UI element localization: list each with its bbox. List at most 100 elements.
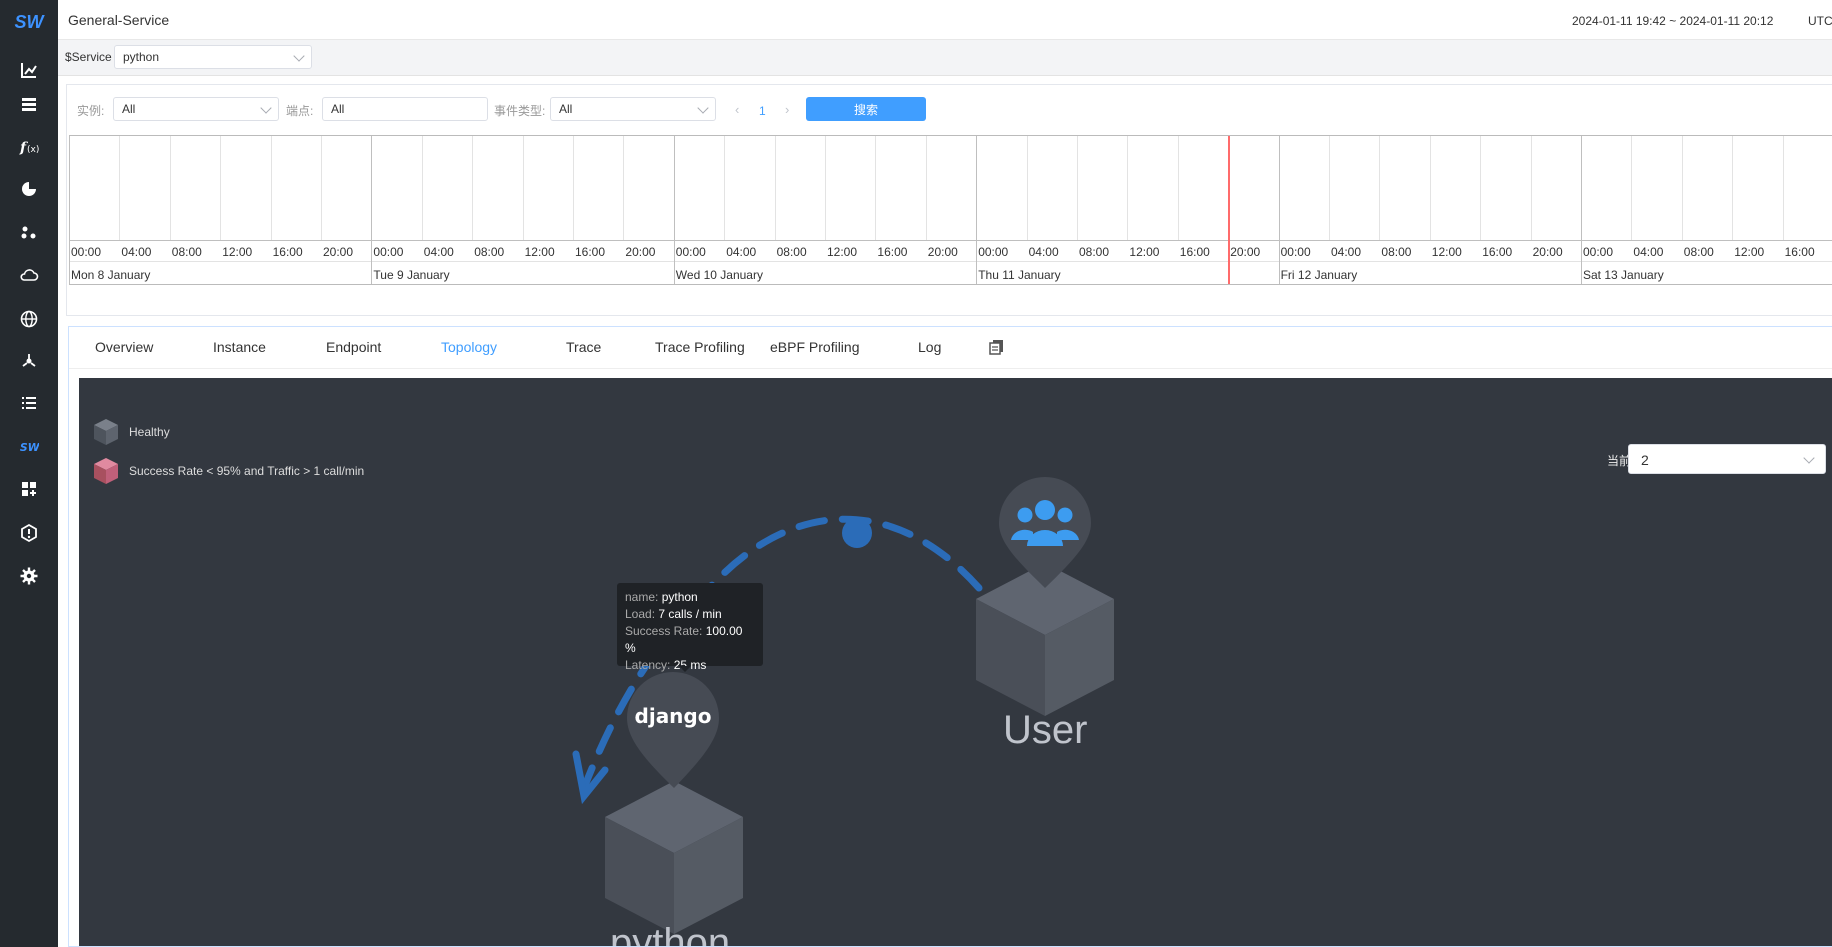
timeline-day-label: Sat 13 January <box>1583 268 1664 282</box>
events-panel: 实例: All 端点: All 事件类型: All ‹ 1 › 搜索 Mon 8… <box>66 84 1832 316</box>
tab-instance[interactable]: Instance <box>213 339 266 355</box>
list-icon[interactable] <box>12 389 46 417</box>
timeline-hour-line <box>1681 136 1683 240</box>
search-button[interactable]: 搜索 <box>806 97 926 121</box>
next-page-button[interactable]: › <box>785 102 789 117</box>
nodes-icon[interactable] <box>12 218 46 246</box>
tooltip-name-label: name: <box>625 590 659 604</box>
tab-endpoint[interactable]: Endpoint <box>326 339 381 355</box>
topology-canvas[interactable]: Healthy Success Rate < 95% and Traffic >… <box>79 378 1832 946</box>
pie-chart-icon[interactable] <box>12 175 46 203</box>
service-select[interactable]: python <box>114 45 312 69</box>
page-title: General-Service <box>68 12 170 28</box>
node-user-label[interactable]: User <box>1003 708 1087 753</box>
chevron-down-icon <box>697 102 709 114</box>
tab-bar: Overview Instance Endpoint Topology Trac… <box>69 327 1832 369</box>
timeline-hour-label: 16:00 <box>1784 245 1815 259</box>
time-range-picker[interactable]: 2024-01-11 19:42 ~ 2024-01-11 20:12 <box>1572 14 1773 28</box>
svg-text:(x): (x) <box>27 145 39 155</box>
node-python-label[interactable]: python <box>610 921 730 946</box>
timeline-hour-label: 04:00 <box>121 245 152 259</box>
timeline-axis <box>69 240 1832 241</box>
timeline-hour-line <box>1177 136 1179 240</box>
timeline-hour-label: 12:00 <box>1431 245 1462 259</box>
dashboard-panel: Overview Instance Endpoint Topology Trac… <box>68 326 1832 947</box>
skywalking-icon[interactable]: SW <box>12 433 46 461</box>
timeline-hour-line <box>1329 136 1330 240</box>
timeline-hour-line <box>825 136 826 240</box>
timeline-hour-line <box>1429 136 1431 240</box>
timeline-hour-line <box>119 136 121 240</box>
timeline-hour-line <box>522 136 524 240</box>
timeline-hour-line <box>1077 136 1078 240</box>
timeline-hour-line <box>1379 136 1381 240</box>
header: General-Service 2024-01-11 19:42 ~ 2024-… <box>58 0 1832 40</box>
timeline-hour-line <box>1732 136 1734 240</box>
timeline-hour-line <box>724 136 726 240</box>
function-icon[interactable]: f (x) <box>12 133 46 161</box>
endpoint-filter-label: 端点: <box>286 104 314 118</box>
tooltip-load-value: 7 calls / min <box>658 607 722 621</box>
alert-icon[interactable] <box>12 519 46 547</box>
timeline-hour-label: 16:00 <box>1482 245 1513 259</box>
timeline-hour-label: 08:00 <box>171 245 202 259</box>
skywalking-logo[interactable]: SW <box>0 8 58 36</box>
tooltip-success-label: Success Rate: <box>625 624 703 638</box>
timeline-hour-label: 16:00 <box>1179 245 1210 259</box>
django-icon: django <box>635 704 712 728</box>
timeline-hour-line <box>220 136 222 240</box>
cloud-icon[interactable] <box>12 261 46 289</box>
timeline-hour-line <box>573 136 574 240</box>
database-icon[interactable] <box>12 90 46 118</box>
timeline-hour-label: 04:00 <box>726 245 757 259</box>
copy-icon[interactable] <box>989 339 1005 358</box>
timeline-hour-label: 00:00 <box>71 245 102 259</box>
timeline-hour-label: 00:00 <box>1583 245 1614 259</box>
timeline-hour-label: 20:00 <box>625 245 656 259</box>
instance-select[interactable]: All <box>113 97 279 121</box>
tab-ebpf-profiling[interactable]: eBPF Profiling <box>770 339 859 355</box>
sidebar: SW f (x) SW <box>0 0 58 947</box>
service-select-value: python <box>123 50 160 64</box>
timeline-divider <box>69 261 1832 262</box>
event-type-select[interactable]: All <box>550 97 716 121</box>
page-number[interactable]: 1 <box>759 104 766 118</box>
current-time-marker <box>1228 136 1231 284</box>
endpoint-select-value: All <box>331 102 345 116</box>
timeline-hour-label: 08:00 <box>1079 245 1110 259</box>
dashboard-add-icon[interactable] <box>12 475 46 503</box>
timeline-day-divider <box>371 136 373 284</box>
timeline-hour-label: 04:00 <box>1028 245 1059 259</box>
timeline-hour-label: 16:00 <box>575 245 606 259</box>
tooltip-latency-label: Latency: <box>625 658 671 672</box>
tab-log[interactable]: Log <box>918 339 941 355</box>
globe-icon[interactable] <box>12 305 46 333</box>
timezone-label[interactable]: UTC <box>1808 14 1832 28</box>
node-tooltip: name: python Load: 7 calls / min Success… <box>617 583 763 672</box>
timeline-hour-line <box>1127 136 1129 240</box>
edge-metric-dot[interactable] <box>842 518 872 548</box>
timeline-hour-label: 08:00 <box>1683 245 1714 259</box>
timeline-hour-label: 00:00 <box>373 245 404 259</box>
node-user[interactable] <box>976 477 1114 716</box>
timeline-hour-label: 00:00 <box>1280 245 1311 259</box>
timeline-hour-label: 00:00 <box>978 245 1009 259</box>
node-python[interactable]: django <box>605 672 743 934</box>
timeline-hour-line <box>421 136 423 240</box>
tab-overview[interactable]: Overview <box>95 339 153 355</box>
event-timeline[interactable]: Mon 8 January 00:00 04:00 08:00 12:00 16:00 20… <box>69 135 1832 285</box>
tab-trace[interactable]: Trace <box>566 339 601 355</box>
tab-trace-profiling[interactable]: Trace Profiling <box>655 339 745 355</box>
endpoint-select[interactable]: All <box>322 97 488 121</box>
prev-page-button[interactable]: ‹ <box>735 102 739 117</box>
kubernetes-icon[interactable] <box>12 347 46 375</box>
tab-topology[interactable]: Topology <box>441 339 497 355</box>
timeline-day-divider <box>976 136 978 284</box>
chart-icon[interactable] <box>12 56 46 84</box>
timeline-hour-label: 04:00 <box>1331 245 1362 259</box>
variables-bar: $Service python <box>58 40 1832 76</box>
timeline-hour-label: 16:00 <box>877 245 908 259</box>
gear-icon[interactable] <box>12 562 46 590</box>
timeline-hour-label: 08:00 <box>776 245 807 259</box>
timeline-day-label: Wed 10 January <box>675 268 763 282</box>
